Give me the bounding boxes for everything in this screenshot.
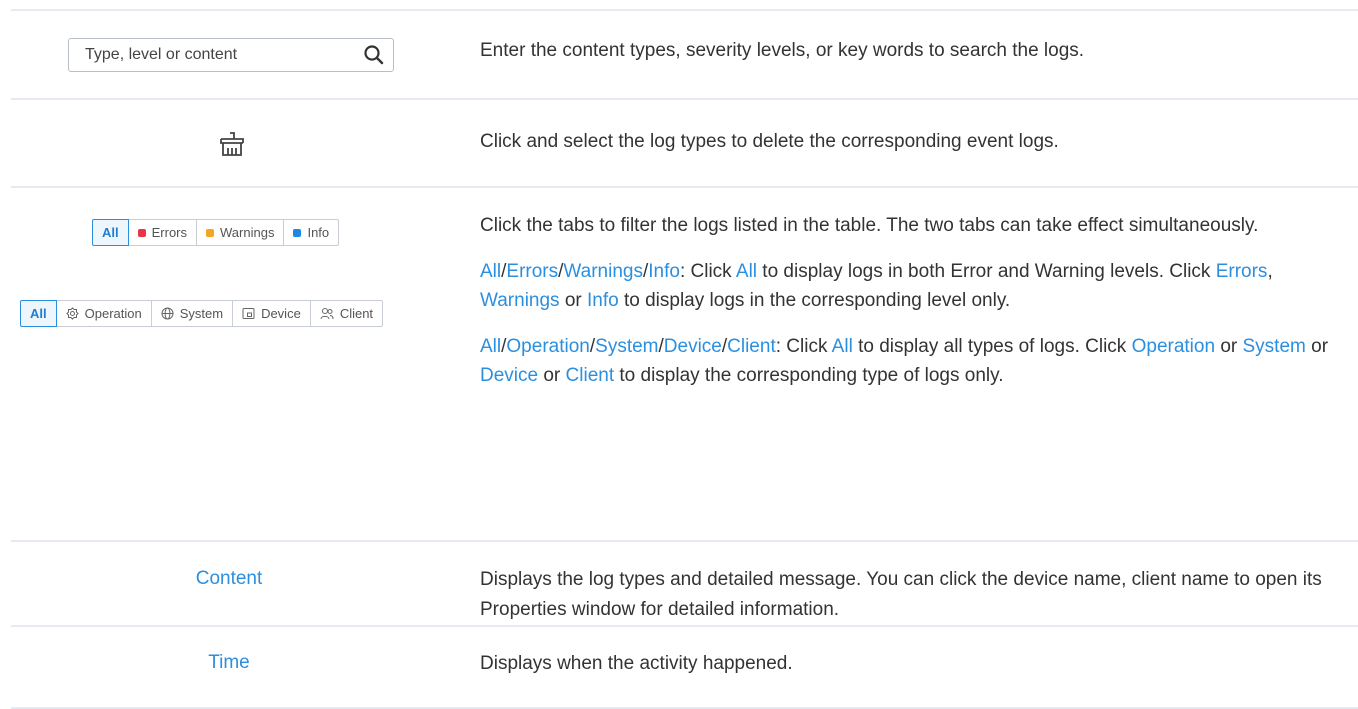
search-box[interactable] [68,38,394,72]
link-all[interactable]: All [832,336,853,357]
tab-type-all[interactable]: All [20,300,57,327]
tab-info[interactable]: Info [283,219,340,246]
levels-paragraph: All/Errors/Warnings/Info: Click All to d… [480,257,1334,316]
text: or [538,365,566,386]
row-divider [11,98,1358,100]
info-dot-icon [293,228,302,237]
client-icon [320,308,334,320]
clear-description: Click and select the log types to delete… [480,131,1059,152]
link-warnings[interactable]: Warnings [480,290,560,311]
tab-warnings[interactable]: Warnings [196,219,285,246]
content-description: Displays the log types and detailed mess… [480,569,1322,620]
link-all[interactable]: All [736,261,757,282]
link-system[interactable]: System [1243,336,1306,357]
tab-label: Errors [151,225,188,240]
level-tabs: All Errors Warnings Info [92,219,340,246]
types-paragraph: All/Operation/System/Device/Client: Clic… [480,332,1334,391]
tab-label: All [30,306,47,321]
tab-label: Client [339,306,374,321]
link-device[interactable]: Device [664,336,722,357]
link-client[interactable]: Client [727,336,776,357]
search-description: Enter the content types, severity levels… [480,40,1085,61]
broom-icon[interactable] [218,130,246,158]
search-input[interactable] [69,39,365,71]
link-info[interactable]: Info [648,261,680,282]
tab-label: Device [261,306,301,321]
row-divider [11,9,1358,11]
content-label: Content [195,568,263,589]
tab-client[interactable]: Client [309,300,384,327]
tab-label: System [179,306,224,321]
link-warnings[interactable]: Warnings [563,261,643,282]
time-label: Time [208,652,250,673]
link-operation[interactable]: Operation [506,336,589,357]
text: to display the corresponding type of log… [614,365,1004,386]
type-tabs: All Operation System Device Client [20,300,384,327]
tab-label: Info [307,225,330,240]
warning-dot-icon [206,228,215,237]
text: : Click [775,335,832,357]
text: or [559,290,587,311]
text: or [1215,335,1243,357]
link-errors[interactable]: Errors [1216,261,1268,282]
tab-level-all[interactable]: All [92,219,129,246]
tab-operation[interactable]: Operation [55,300,152,327]
tabs-intro: Click the tabs to filter the logs listed… [480,215,1259,236]
row-divider [11,625,1358,627]
text: or [1305,335,1329,357]
time-description: Displays when the activity happened. [480,653,793,674]
text: to display logs in both Error and Warnin… [757,260,1216,282]
row-divider [11,186,1358,188]
device-icon [242,308,255,319]
tab-errors[interactable]: Errors [127,219,198,246]
tab-device[interactable]: Device [232,300,311,327]
link-client[interactable]: Client [566,365,615,386]
tab-system[interactable]: System [150,300,234,327]
text: to display logs in the corresponding lev… [618,290,1011,311]
text: to display all types of logs. Click [852,335,1132,357]
tab-label: Operation [84,306,142,321]
link-all[interactable]: All [480,261,501,282]
link-errors[interactable]: Errors [506,261,558,282]
link-system[interactable]: System [595,336,658,357]
error-dot-icon [137,228,146,237]
row-divider [11,540,1358,542]
link-info[interactable]: Info [587,290,619,311]
text: : Click [679,260,736,282]
link-device[interactable]: Device [480,365,538,386]
text: , [1267,260,1273,282]
link-all[interactable]: All [480,336,501,357]
system-icon [161,307,174,320]
search-icon[interactable] [363,44,385,66]
link-operation[interactable]: Operation [1132,336,1215,357]
tabs-description: Click the tabs to filter the logs listed… [480,211,1334,391]
tab-label: All [102,225,119,240]
operation-icon [65,307,79,320]
tab-label: Warnings [220,225,275,240]
